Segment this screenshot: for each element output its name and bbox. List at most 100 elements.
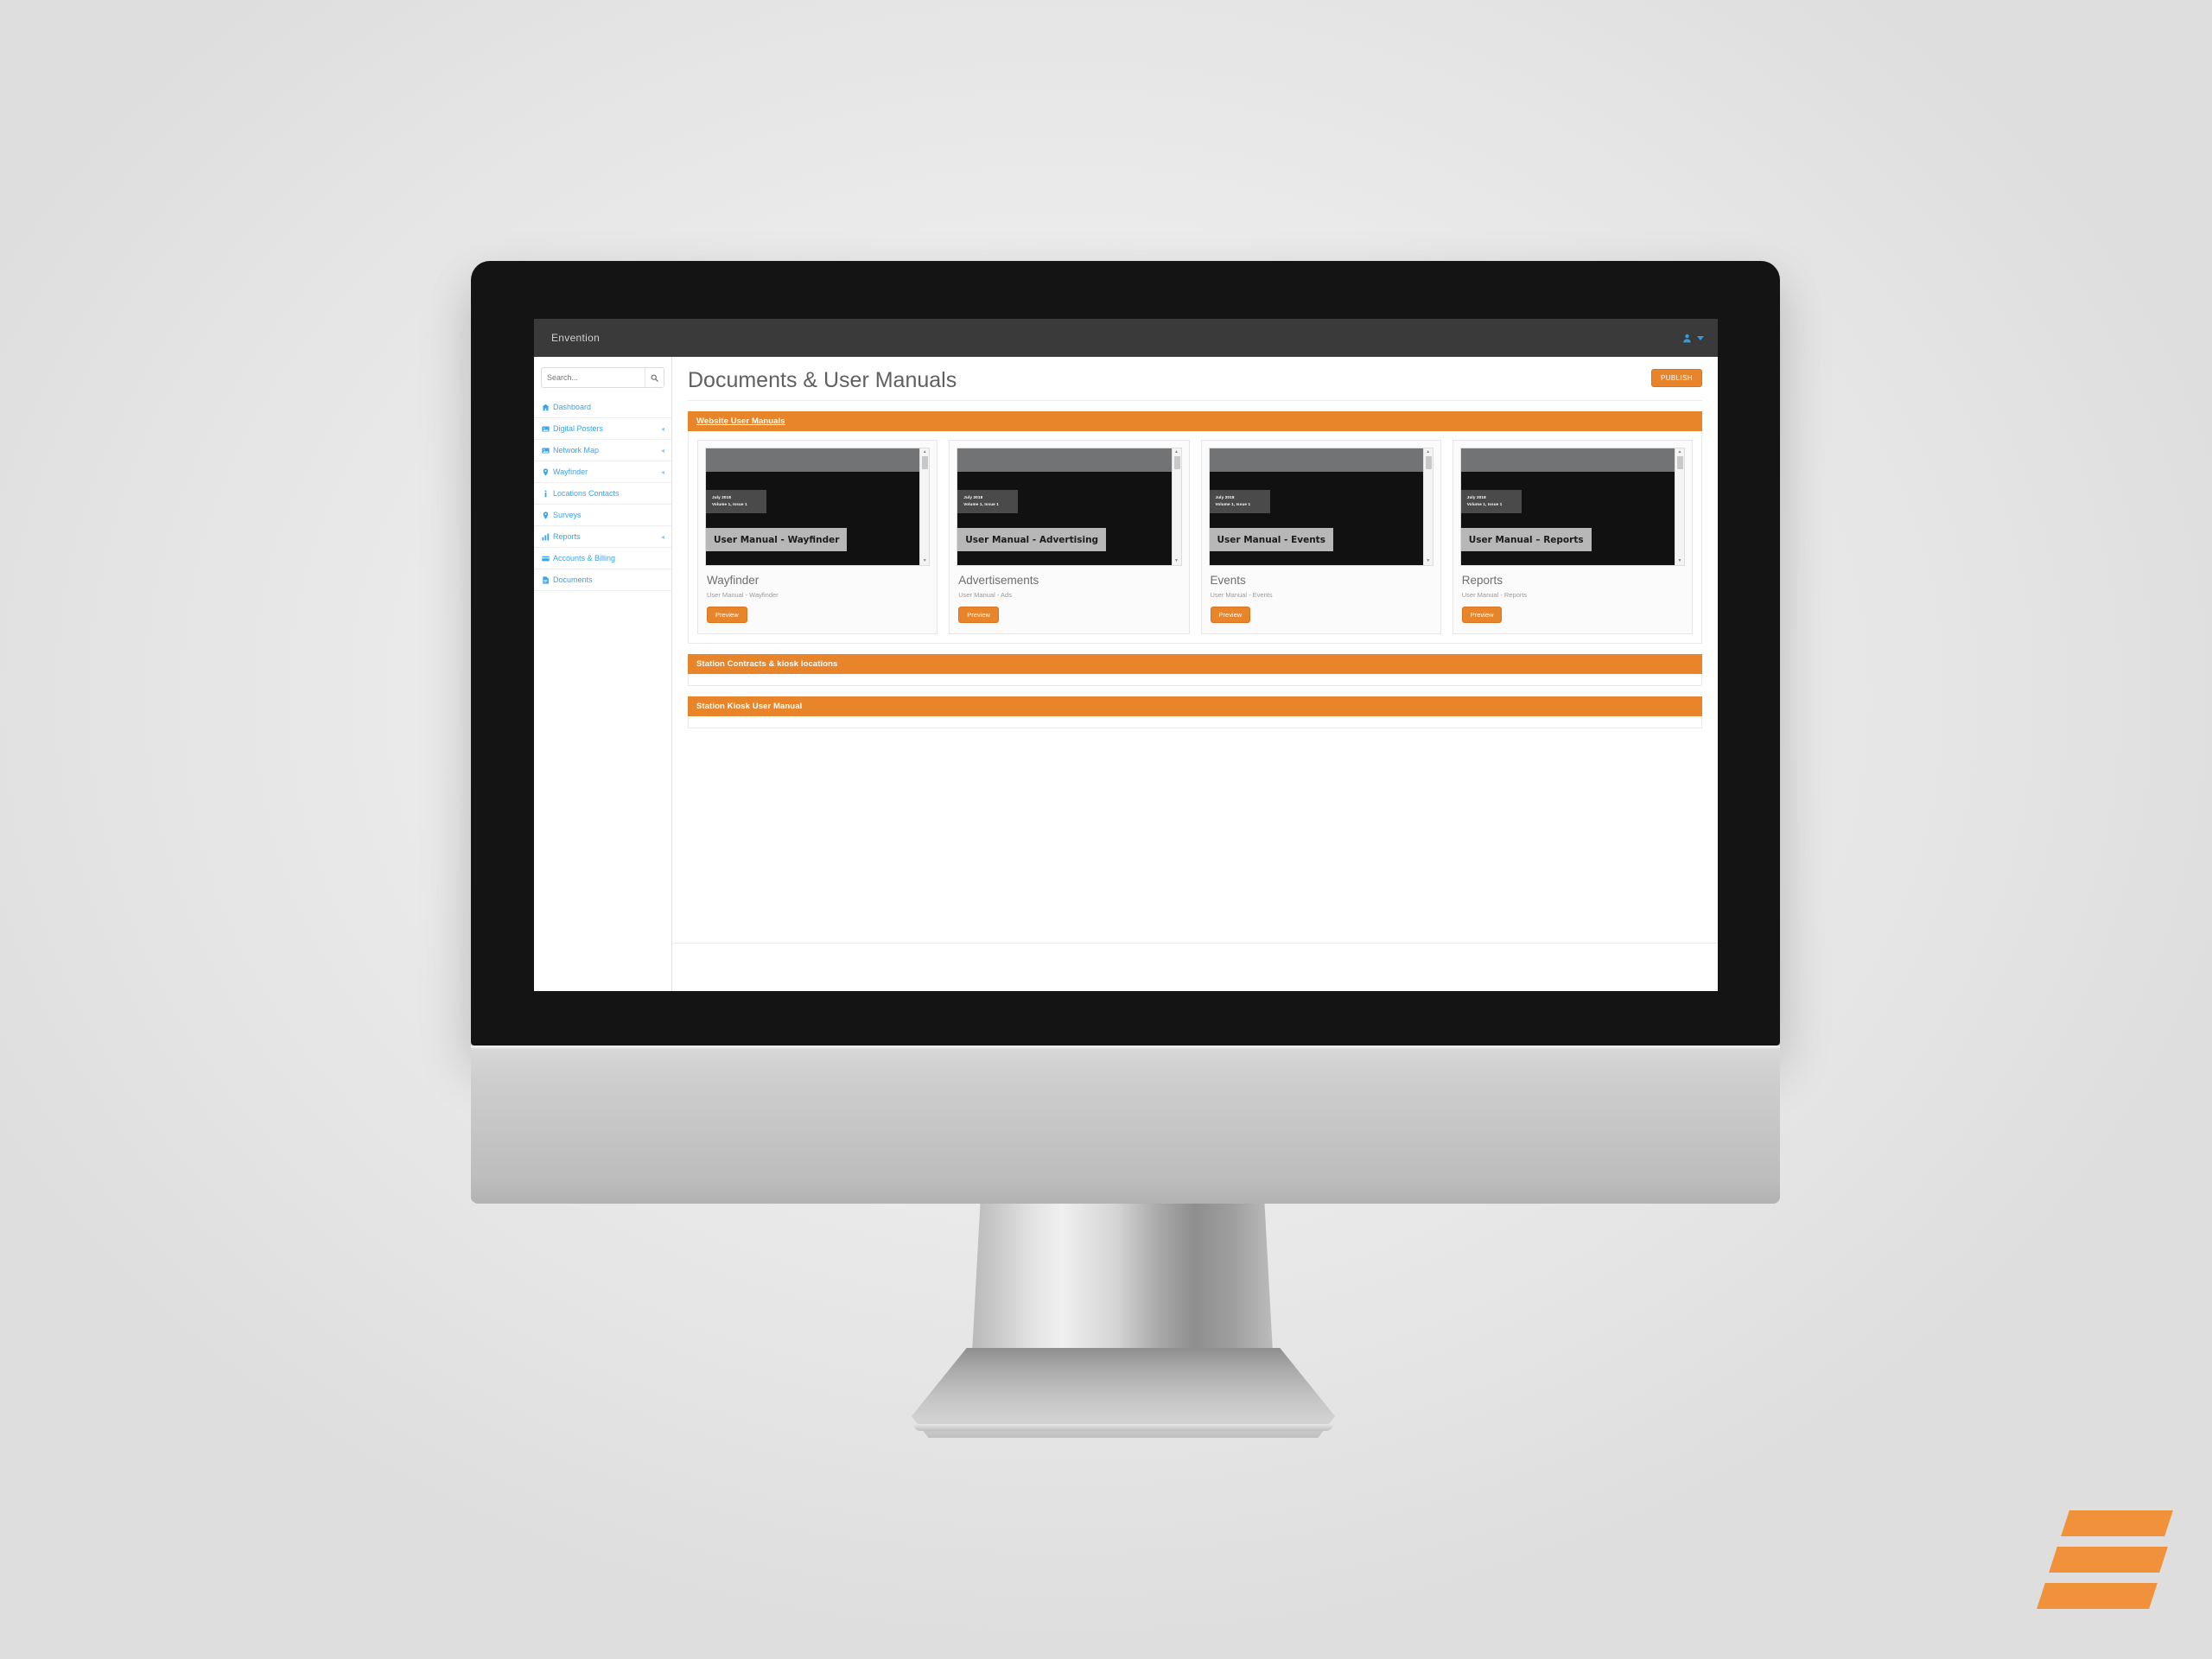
- thumbnail-date: July 2018: [1215, 495, 1235, 500]
- document-card-title: Advertisements: [958, 574, 1039, 588]
- scrollbar-thumb[interactable]: [1425, 456, 1432, 470]
- sidebar-item-reports[interactable]: Reports ◂: [534, 526, 671, 548]
- chevron-left-icon: ◂: [660, 532, 664, 541]
- sidebar-item-network-map[interactable]: Network Map ◂: [534, 440, 671, 461]
- document-card[interactable]: July 2018 Volume 1, Issue 1 User Manual …: [949, 440, 1190, 635]
- search-button[interactable]: [645, 368, 664, 387]
- document-card-title: Reports: [1461, 574, 1503, 588]
- image-icon: [542, 447, 553, 454]
- sidebar-item-documents[interactable]: Documents: [534, 569, 671, 591]
- monitor-stand-neck: [971, 1204, 1274, 1368]
- panel-heading[interactable]: Station Kiosk User Manual: [688, 696, 1702, 717]
- scroll-up-icon[interactable]: ▲: [1426, 450, 1430, 454]
- panel-body: [688, 716, 1702, 729]
- document-card-meta: Wayfinder User Manual - Wayfinder Previe…: [698, 566, 937, 633]
- document-thumbnail[interactable]: July 2018 Volume 1, Issue 1 User Manual …: [1459, 448, 1685, 567]
- thumbnail-header-band: [957, 448, 1172, 473]
- sidebar-item-label: Accounts & Billing: [553, 554, 616, 563]
- panel-heading-label: Website User Manuals: [696, 416, 785, 427]
- panel-heading-label: Station Contracts & kiosk locations: [696, 659, 838, 670]
- web-application: Envention Search... Dashboard Digital Po…: [534, 319, 1718, 991]
- panel-website-user-manuals: Website User Manuals July 2018 Volume 1,…: [688, 411, 1702, 645]
- document-card-title: Events: [1210, 574, 1246, 588]
- document-thumbnail[interactable]: July 2018 Volume 1, Issue 1 User Manual …: [1208, 448, 1433, 567]
- document-card-subtitle: User Manual - Reports: [1461, 591, 1528, 600]
- image-icon: [542, 425, 553, 433]
- scroll-down-icon[interactable]: ▼: [1174, 559, 1179, 563]
- thumbnail-title: User Manual - Advertising: [965, 535, 1099, 546]
- document-icon: [542, 575, 553, 584]
- preview-button[interactable]: Preview: [1461, 607, 1503, 624]
- user-icon[interactable]: [1682, 334, 1692, 343]
- publish-button[interactable]: PUBLISH: [1650, 369, 1702, 387]
- scrollbar-thumb[interactable]: [922, 456, 929, 470]
- content-area: Documents & User Manuals PUBLISH Website…: [672, 357, 1718, 991]
- sidebar-item-label: Documents: [553, 575, 593, 584]
- thumbnail-date-box: July 2018 Volume 1, Issue 1: [706, 490, 766, 514]
- scrollbar-thumb[interactable]: [1173, 456, 1180, 470]
- document-card[interactable]: July 2018 Volume 1, Issue 1 User Manual …: [1452, 440, 1693, 635]
- logo-bar-top: [2061, 1510, 2173, 1536]
- monitor-chin: [471, 1046, 1780, 1204]
- panel-heading[interactable]: Station Contracts & kiosk locations: [688, 654, 1702, 675]
- thumbnail-header-band: [706, 448, 920, 473]
- sidebar-item-accounts-billing[interactable]: Accounts & Billing: [534, 548, 671, 569]
- scroll-up-icon[interactable]: ▲: [1174, 450, 1179, 454]
- scroll-up-icon[interactable]: ▲: [1678, 450, 1682, 454]
- chevron-left-icon: ◂: [660, 424, 664, 433]
- scroll-up-icon[interactable]: ▲: [923, 450, 927, 454]
- chevron-down-icon[interactable]: [1697, 335, 1704, 340]
- sidebar-item-digital-posters[interactable]: Digital Posters ◂: [534, 418, 671, 440]
- scrollbar-thumb[interactable]: [1677, 456, 1683, 470]
- sidebar-item-wayfinder[interactable]: Wayfinder ◂: [534, 461, 671, 483]
- sidebar-item-label: Wayfinder: [553, 467, 588, 476]
- sidebar-item-surveys[interactable]: Surveys: [534, 505, 671, 526]
- thumbnail-date-box: July 2018 Volume 1, Issue 1: [957, 490, 1019, 514]
- document-card-subtitle: User Manual - Events: [1210, 591, 1273, 600]
- brand-logo: [2037, 1505, 2173, 1614]
- top-navigation-bar: Envention: [534, 319, 1718, 357]
- thumbnail-date: July 2018: [1466, 495, 1486, 500]
- thumbnail-title: User Manual - Wayfinder: [714, 535, 840, 546]
- scroll-down-icon[interactable]: ▼: [1426, 559, 1430, 563]
- thumbnail-scrollbar[interactable]: ▲ ▼: [1422, 448, 1433, 566]
- document-card[interactable]: July 2018 Volume 1, Issue 1 User Manual …: [697, 440, 938, 635]
- logo-bar-middle: [2049, 1547, 2168, 1573]
- brand-name[interactable]: Envention: [551, 332, 600, 344]
- thumbnail-scrollbar[interactable]: ▲ ▼: [1171, 448, 1181, 566]
- sidebar-item-dashboard[interactable]: Dashboard: [534, 397, 671, 418]
- document-card-meta: Advertisements User Manual - Ads Preview: [950, 566, 1188, 633]
- topnav-right-group: [1682, 334, 1704, 343]
- thumbnail-scrollbar[interactable]: ▲ ▼: [1675, 448, 1684, 566]
- document-card[interactable]: July 2018 Volume 1, Issue 1 User Manual …: [1200, 440, 1441, 635]
- sidebar-item-label: Surveys: [553, 511, 582, 519]
- thumbnail-page: July 2018 Volume 1, Issue 1 User Manual …: [1460, 448, 1675, 566]
- sidebar-item-label: Dashboard: [553, 403, 592, 411]
- search-input[interactable]: [542, 368, 645, 387]
- scroll-down-icon[interactable]: ▼: [1678, 559, 1682, 563]
- sidebar-item-label: Locations Contacts: [553, 489, 620, 498]
- document-card-row: July 2018 Volume 1, Issue 1 User Manual …: [697, 440, 1693, 635]
- thumbnail-volume: Volume 1, Issue 1: [712, 502, 747, 507]
- document-thumbnail[interactable]: July 2018 Volume 1, Issue 1 User Manual …: [705, 448, 931, 567]
- thumbnail-scrollbar[interactable]: ▲ ▼: [919, 448, 930, 566]
- preview-button[interactable]: Preview: [1210, 607, 1251, 624]
- pin-icon: [542, 511, 553, 519]
- main-body: Dashboard Digital Posters ◂ Network: [534, 357, 1718, 991]
- document-card-subtitle: User Manual - Wayfinder: [707, 591, 779, 600]
- thumbnail-title-bar: User Manual – Reports: [1460, 528, 1592, 552]
- monitor-stand-base-lip: [913, 1424, 1333, 1431]
- panel-heading[interactable]: Website User Manuals: [688, 411, 1702, 432]
- chart-icon: [542, 533, 553, 541]
- thumbnail-header-band: [1460, 448, 1675, 473]
- sidebar-item-locations-contacts[interactable]: Locations Contacts: [534, 483, 671, 505]
- document-thumbnail[interactable]: July 2018 Volume 1, Issue 1 User Manual …: [957, 448, 1182, 567]
- page-footer: [672, 943, 1718, 991]
- chevron-left-icon: ◂: [660, 467, 664, 476]
- pin-icon: [542, 467, 553, 476]
- preview-button[interactable]: Preview: [707, 607, 747, 624]
- preview-button[interactable]: Preview: [958, 607, 999, 624]
- thumbnail-header-band: [1209, 448, 1423, 473]
- thumbnail-date-box: July 2018 Volume 1, Issue 1: [1460, 490, 1522, 514]
- scroll-down-icon[interactable]: ▼: [923, 559, 927, 563]
